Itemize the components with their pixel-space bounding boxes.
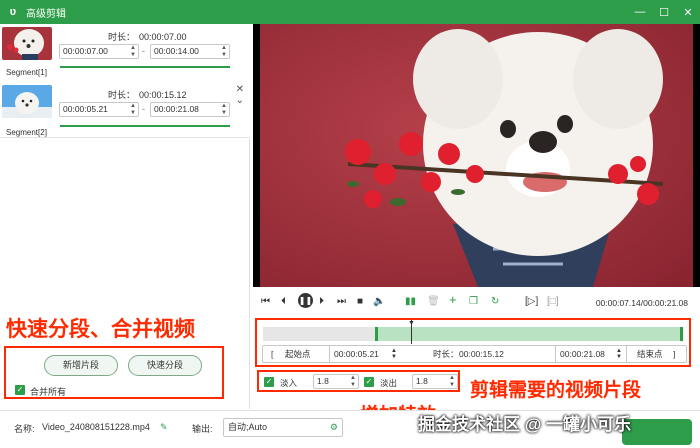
window-title: 高级剪辑 xyxy=(26,8,66,20)
copy-icon[interactable]: ❐ xyxy=(469,296,478,307)
stop-icon[interactable]: ■ xyxy=(357,296,363,307)
pause-icon[interactable]: ❚❚ xyxy=(298,293,313,308)
rabbit-logo-icon: ʋ xyxy=(9,6,17,18)
segment-list: Segment[1] 时长： 00:00:07.00 00:00:07.00 ▲ ▼ … xyxy=(0,24,250,139)
skip-to-end-icon[interactable]: ⏭ xyxy=(337,296,346,307)
duration-value: 00:00:15.12 xyxy=(459,349,504,359)
spinner-icon[interactable]: ▲ ▼ xyxy=(221,45,227,58)
annotation-clip-needed: 剪辑需要的视频片段 xyxy=(470,380,642,401)
segment-end-field[interactable]: 00:00:14.00 ▲ ▼ xyxy=(150,44,230,59)
set-end-button[interactable]: 结束点 xyxy=(637,346,663,362)
reset-icon[interactable]: ↻ xyxy=(491,296,499,307)
set-start-button[interactable]: 起始点 xyxy=(285,346,311,362)
segment-thumbnail xyxy=(2,85,52,118)
mark-in-icon[interactable]: [▷] xyxy=(525,296,538,307)
mark-out-icon[interactable]: [□] xyxy=(547,296,559,307)
add-segment-button[interactable]: 新增片段 xyxy=(44,355,118,376)
fade-out-input[interactable]: 1.8 ▲ ▼ xyxy=(412,374,458,389)
close-icon[interactable]: ✕ xyxy=(676,0,700,24)
playhead[interactable] xyxy=(411,320,412,344)
segment-label: Segment[1] xyxy=(6,68,47,77)
segment-duration: 时长： 00:00:07.00 xyxy=(108,32,187,42)
video-preview xyxy=(253,24,700,287)
range-separator: - xyxy=(142,104,145,114)
spinner-icon[interactable]: ▲ ▼ xyxy=(350,375,356,388)
quick-split-button[interactable]: 快速分段 xyxy=(128,355,202,376)
spinner-icon[interactable]: ▲ ▼ xyxy=(130,45,136,58)
split-marker-icon[interactable]: ▮▮ xyxy=(405,296,416,307)
range-row: [ 起始点 00:00:05.21 ▲ ▼ 时长： 00:00:15.12 00:0… xyxy=(262,345,687,363)
start-time-field[interactable]: 00:00:05.21 ▲ ▼ xyxy=(329,346,401,362)
fade-in-checkbox[interactable]: ✓ xyxy=(264,377,274,387)
edit-name-icon[interactable]: ✎ xyxy=(160,422,168,433)
segment-start-field[interactable]: 00:00:07.00 ▲ ▼ xyxy=(59,44,139,59)
duration-label: 时长： xyxy=(433,349,459,359)
volume-icon[interactable]: 🔈 xyxy=(373,296,385,307)
segment-progress-bar xyxy=(60,66,230,68)
end-time-field[interactable]: 00:00:21.08 ▲ ▼ xyxy=(555,346,627,362)
watermark: 掘金技术社区 @ 一罐小可乐 xyxy=(418,415,632,434)
fade-in-label: 淡入 xyxy=(280,378,298,388)
segment-thumbnail xyxy=(2,27,52,60)
output-select[interactable]: 自动;Auto ⚙ xyxy=(223,418,343,437)
add-icon[interactable]: + xyxy=(449,292,457,307)
range-separator: - xyxy=(142,46,145,56)
segment-start-field[interactable]: 00:00:05.21 ▲ ▼ xyxy=(59,102,139,117)
segment-item[interactable]: Segment[2] 时长： 00:00:15.12 ✕ ⌄ 00:00:05.21… xyxy=(0,82,250,138)
merge-all-checkbox[interactable]: ✓ xyxy=(15,385,25,395)
segment-progress-bar xyxy=(60,125,230,127)
bracket-left-icon: [ xyxy=(271,349,274,359)
merge-all-label: 合并所有 xyxy=(30,387,67,397)
playback-controls: ⏮ ⏴ ❚❚ ⏵ ⏭ ■ 🔈 ▮▮ 🗑 + ❐ ↻ [▷] [□] 00:00:… xyxy=(253,287,700,317)
confirm-button[interactable] xyxy=(622,419,692,445)
gear-icon[interactable]: ⚙ xyxy=(330,419,338,436)
spinner-icon[interactable]: ▲ ▼ xyxy=(449,375,455,388)
spinner-icon[interactable]: ▲ ▼ xyxy=(130,103,136,116)
fade-out-checkbox[interactable]: ✓ xyxy=(364,377,374,387)
fade-in-input[interactable]: 1.8 ▲ ▼ xyxy=(313,374,359,389)
skip-to-start-icon[interactable]: ⏮ xyxy=(261,296,270,307)
name-label: 名称: xyxy=(14,424,35,434)
segment-item[interactable]: Segment[1] 时长： 00:00:07.00 00:00:07.00 ▲ ▼ … xyxy=(0,24,250,80)
title-bar: ʋ 高级剪辑 — ☐ ✕ xyxy=(0,0,700,24)
annotation-split-merge: 快速分段、合并视频 xyxy=(6,318,195,341)
minimize-icon[interactable]: — xyxy=(628,0,652,24)
timeline-selection[interactable] xyxy=(375,327,683,341)
segment-label: Segment[2] xyxy=(6,128,47,137)
segment-duration: 时长： 00:00:15.12 xyxy=(108,90,187,100)
delete-icon[interactable]: 🗑 xyxy=(427,296,440,307)
segment-end-field[interactable]: 00:00:21.08 ▲ ▼ xyxy=(150,102,230,117)
maximize-icon[interactable]: ☐ xyxy=(652,0,676,24)
step-forward-icon[interactable]: ⏵ xyxy=(319,296,324,307)
file-name: Video_240808151228.mp4 xyxy=(42,422,150,432)
output-label: 输出: xyxy=(192,424,213,434)
spinner-icon[interactable]: ▲ ▼ xyxy=(221,103,227,116)
close-icon[interactable]: ✕ ⌄ xyxy=(236,84,244,106)
time-readout: 00:00:07.14/00:00:21.08 xyxy=(595,298,688,308)
bracket-right-icon: ] xyxy=(673,349,676,359)
fade-out-label: 淡出 xyxy=(380,378,398,388)
step-back-icon[interactable]: ⏴ xyxy=(281,296,286,307)
